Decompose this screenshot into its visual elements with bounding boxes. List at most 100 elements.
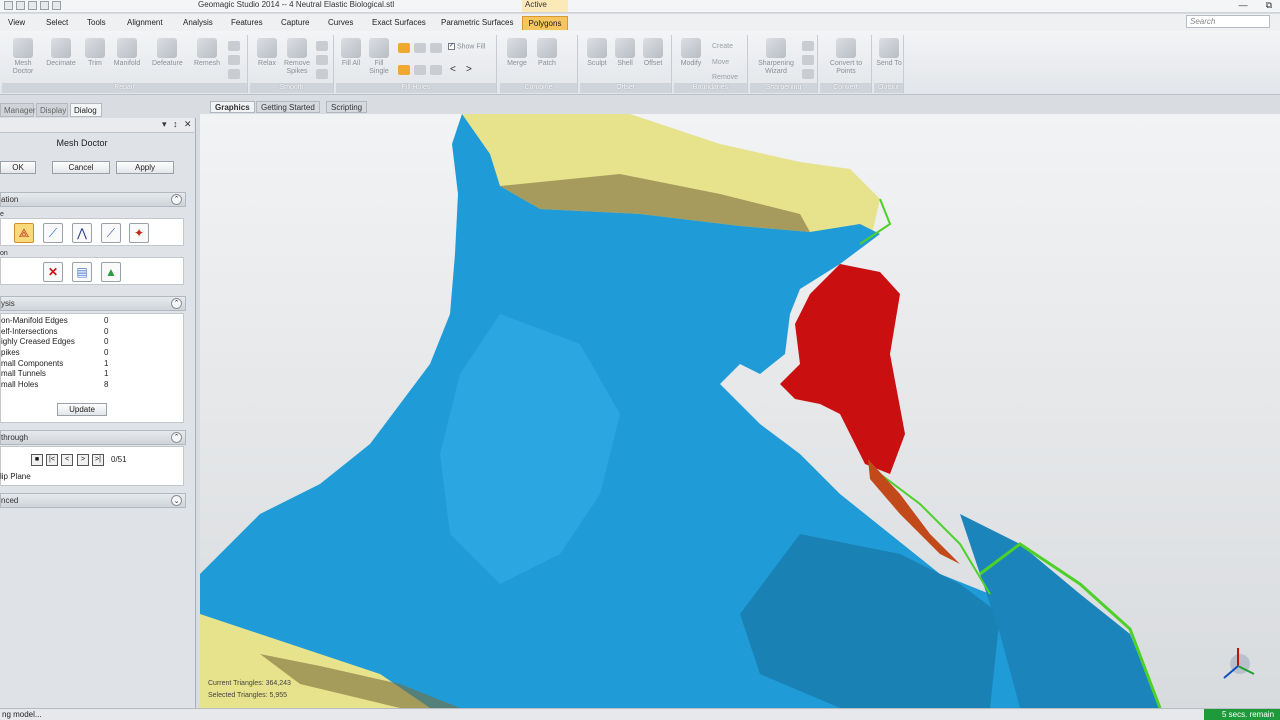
offset-button[interactable]: Offset xyxy=(638,38,668,68)
mesh-render[interactable] xyxy=(200,114,1280,708)
panel-menu-icon[interactable]: ▾ xyxy=(162,119,167,130)
view-triad-icon[interactable] xyxy=(1218,644,1258,684)
show-fill-checkbox[interactable]: ✓ Show Fill xyxy=(448,43,485,50)
fill-single-button[interactable]: Fill Single xyxy=(364,38,394,76)
clip-plane-label[interactable]: lip Plane xyxy=(0,472,31,481)
ok-button[interactable]: OK xyxy=(0,161,36,174)
fill-tangent-icon[interactable] xyxy=(414,65,426,75)
open-file-icon[interactable] xyxy=(16,1,25,10)
select-all-icon[interactable]: ▤ xyxy=(72,262,92,282)
create-boundary-button[interactable]: Create xyxy=(712,43,733,50)
patch-button[interactable]: Patch xyxy=(532,38,562,68)
convert-to-points-button[interactable]: Convert to Points xyxy=(826,38,866,76)
previous-hole-icon[interactable]: < xyxy=(450,64,456,75)
tab-view[interactable]: View xyxy=(5,16,28,30)
apply-button[interactable]: Apply xyxy=(116,161,174,174)
small-tool-icon[interactable] xyxy=(802,55,814,65)
collapse-icon[interactable]: ⌃ xyxy=(171,298,182,309)
advanced-section-header[interactable]: nced ⌄ xyxy=(0,493,186,508)
small-tool-icon[interactable] xyxy=(316,69,328,79)
small-tool-icon[interactable] xyxy=(316,41,328,51)
move-boundary-button[interactable]: Move xyxy=(712,59,729,66)
modify-button[interactable]: Modify xyxy=(676,38,706,68)
graphics-viewport[interactable]: Current Triangles: 364,243 Selected Tria… xyxy=(200,114,1280,708)
search-input[interactable]: Search xyxy=(1186,15,1270,28)
fill-flat-icon[interactable] xyxy=(398,65,410,75)
tab-curves[interactable]: Curves xyxy=(325,16,356,30)
redo-icon[interactable] xyxy=(52,1,61,10)
tab-analysis[interactable]: Analysis xyxy=(180,16,216,30)
clear-selection-icon[interactable]: ✕ xyxy=(43,262,63,282)
small-tool-icon[interactable] xyxy=(228,55,240,65)
small-tool-icon[interactable] xyxy=(228,69,240,79)
fill-curvature-icon[interactable] xyxy=(430,65,442,75)
minimize-button[interactable]: — xyxy=(1239,0,1248,11)
tab-capture[interactable]: Capture xyxy=(278,16,312,30)
tab-exact-surfaces[interactable]: Exact Surfaces xyxy=(369,16,429,30)
restore-button[interactable]: ⧉ xyxy=(1266,0,1272,11)
fill-all-button[interactable]: Fill All xyxy=(336,38,366,68)
stepthrough-section-header[interactable]: through ⌃ xyxy=(0,430,186,445)
next-hole-icon[interactable]: > xyxy=(466,64,472,75)
remove-spikes-button[interactable]: Remove Spikes xyxy=(282,38,312,76)
quick-access-toolbar[interactable] xyxy=(4,1,61,10)
remesh-button[interactable]: Remesh xyxy=(192,38,222,68)
stop-icon[interactable]: ■ xyxy=(31,454,43,466)
mesh-doctor-button[interactable]: Mesh Doctor xyxy=(8,38,38,76)
fill-tool-icon[interactable]: ⟋ xyxy=(101,223,121,243)
manifold-button[interactable]: Manifold xyxy=(112,38,142,68)
fill-bridge-icon[interactable] xyxy=(430,43,442,53)
collapse-icon[interactable]: ⌃ xyxy=(171,432,182,443)
last-icon[interactable]: >| xyxy=(92,454,104,466)
relax-button[interactable]: Relax xyxy=(252,38,282,68)
delete-icon[interactable]: ⟋ xyxy=(43,223,63,243)
tab-display[interactable]: Display xyxy=(36,103,68,117)
new-file-icon[interactable] xyxy=(4,1,13,10)
send-to-button[interactable]: Send To xyxy=(874,38,904,68)
tab-manager[interactable]: Manager xyxy=(0,103,36,117)
expand-icon[interactable]: ⌄ xyxy=(171,495,182,506)
subsection-label: on xyxy=(0,250,8,257)
next-icon[interactable]: > xyxy=(77,454,89,466)
operation-section-header[interactable]: ation ⌃ xyxy=(0,192,186,207)
shell-button[interactable]: Shell xyxy=(610,38,640,68)
tab-scripting[interactable]: Scripting xyxy=(326,101,368,113)
small-tool-icon[interactable] xyxy=(802,41,814,51)
float-panel-icon[interactable]: ↕ xyxy=(173,119,178,129)
auto-repair-icon[interactable]: ⟁ xyxy=(14,223,34,243)
sharpening-wizard-button[interactable]: Sharpening Wizard xyxy=(758,38,794,76)
remove-boundary-button[interactable]: Remove xyxy=(712,74,738,81)
update-button[interactable]: Update xyxy=(57,403,107,416)
expand-selection-icon[interactable]: ▲ xyxy=(101,262,121,282)
tab-getting-started[interactable]: Getting Started xyxy=(256,101,320,113)
cancel-button[interactable]: Cancel xyxy=(52,161,110,174)
merge-button[interactable]: Merge xyxy=(502,38,532,68)
small-tool-icon[interactable] xyxy=(228,41,240,51)
undo-icon[interactable] xyxy=(40,1,49,10)
fill-partial-icon[interactable] xyxy=(414,43,426,53)
remove-spikes-tool-icon[interactable]: ✦ xyxy=(129,223,149,243)
selected-triangles[interactable] xyxy=(780,264,905,474)
tab-polygons[interactable]: Polygons xyxy=(522,16,568,30)
previous-icon[interactable]: < xyxy=(61,454,73,466)
tab-parametric-surfaces[interactable]: Parametric Surfaces xyxy=(438,16,516,30)
collapse-icon[interactable]: ⌃ xyxy=(171,194,182,205)
close-panel-icon[interactable]: ✕ xyxy=(184,119,192,130)
tab-select[interactable]: Select xyxy=(43,16,71,30)
tab-dialog[interactable]: Dialog xyxy=(70,103,102,117)
save-icon[interactable] xyxy=(28,1,37,10)
fill-complete-icon[interactable] xyxy=(398,43,410,53)
defeature-tool-icon[interactable]: ⋀ xyxy=(72,223,92,243)
trim-button[interactable]: Trim xyxy=(80,38,110,68)
small-tool-icon[interactable] xyxy=(802,69,814,79)
tab-graphics[interactable]: Graphics xyxy=(210,101,255,113)
small-tool-icon[interactable] xyxy=(316,55,328,65)
tab-tools[interactable]: Tools xyxy=(84,16,109,30)
decimate-button[interactable]: Decimate xyxy=(46,38,76,68)
tab-features[interactable]: Features xyxy=(228,16,266,30)
analysis-section-header[interactable]: ysis ⌃ xyxy=(0,296,186,311)
defeature-button[interactable]: Defeature xyxy=(152,38,183,68)
tab-alignment[interactable]: Alignment xyxy=(124,16,166,30)
first-icon[interactable]: |< xyxy=(46,454,58,466)
sculpt-button[interactable]: Sculpt xyxy=(582,38,612,68)
